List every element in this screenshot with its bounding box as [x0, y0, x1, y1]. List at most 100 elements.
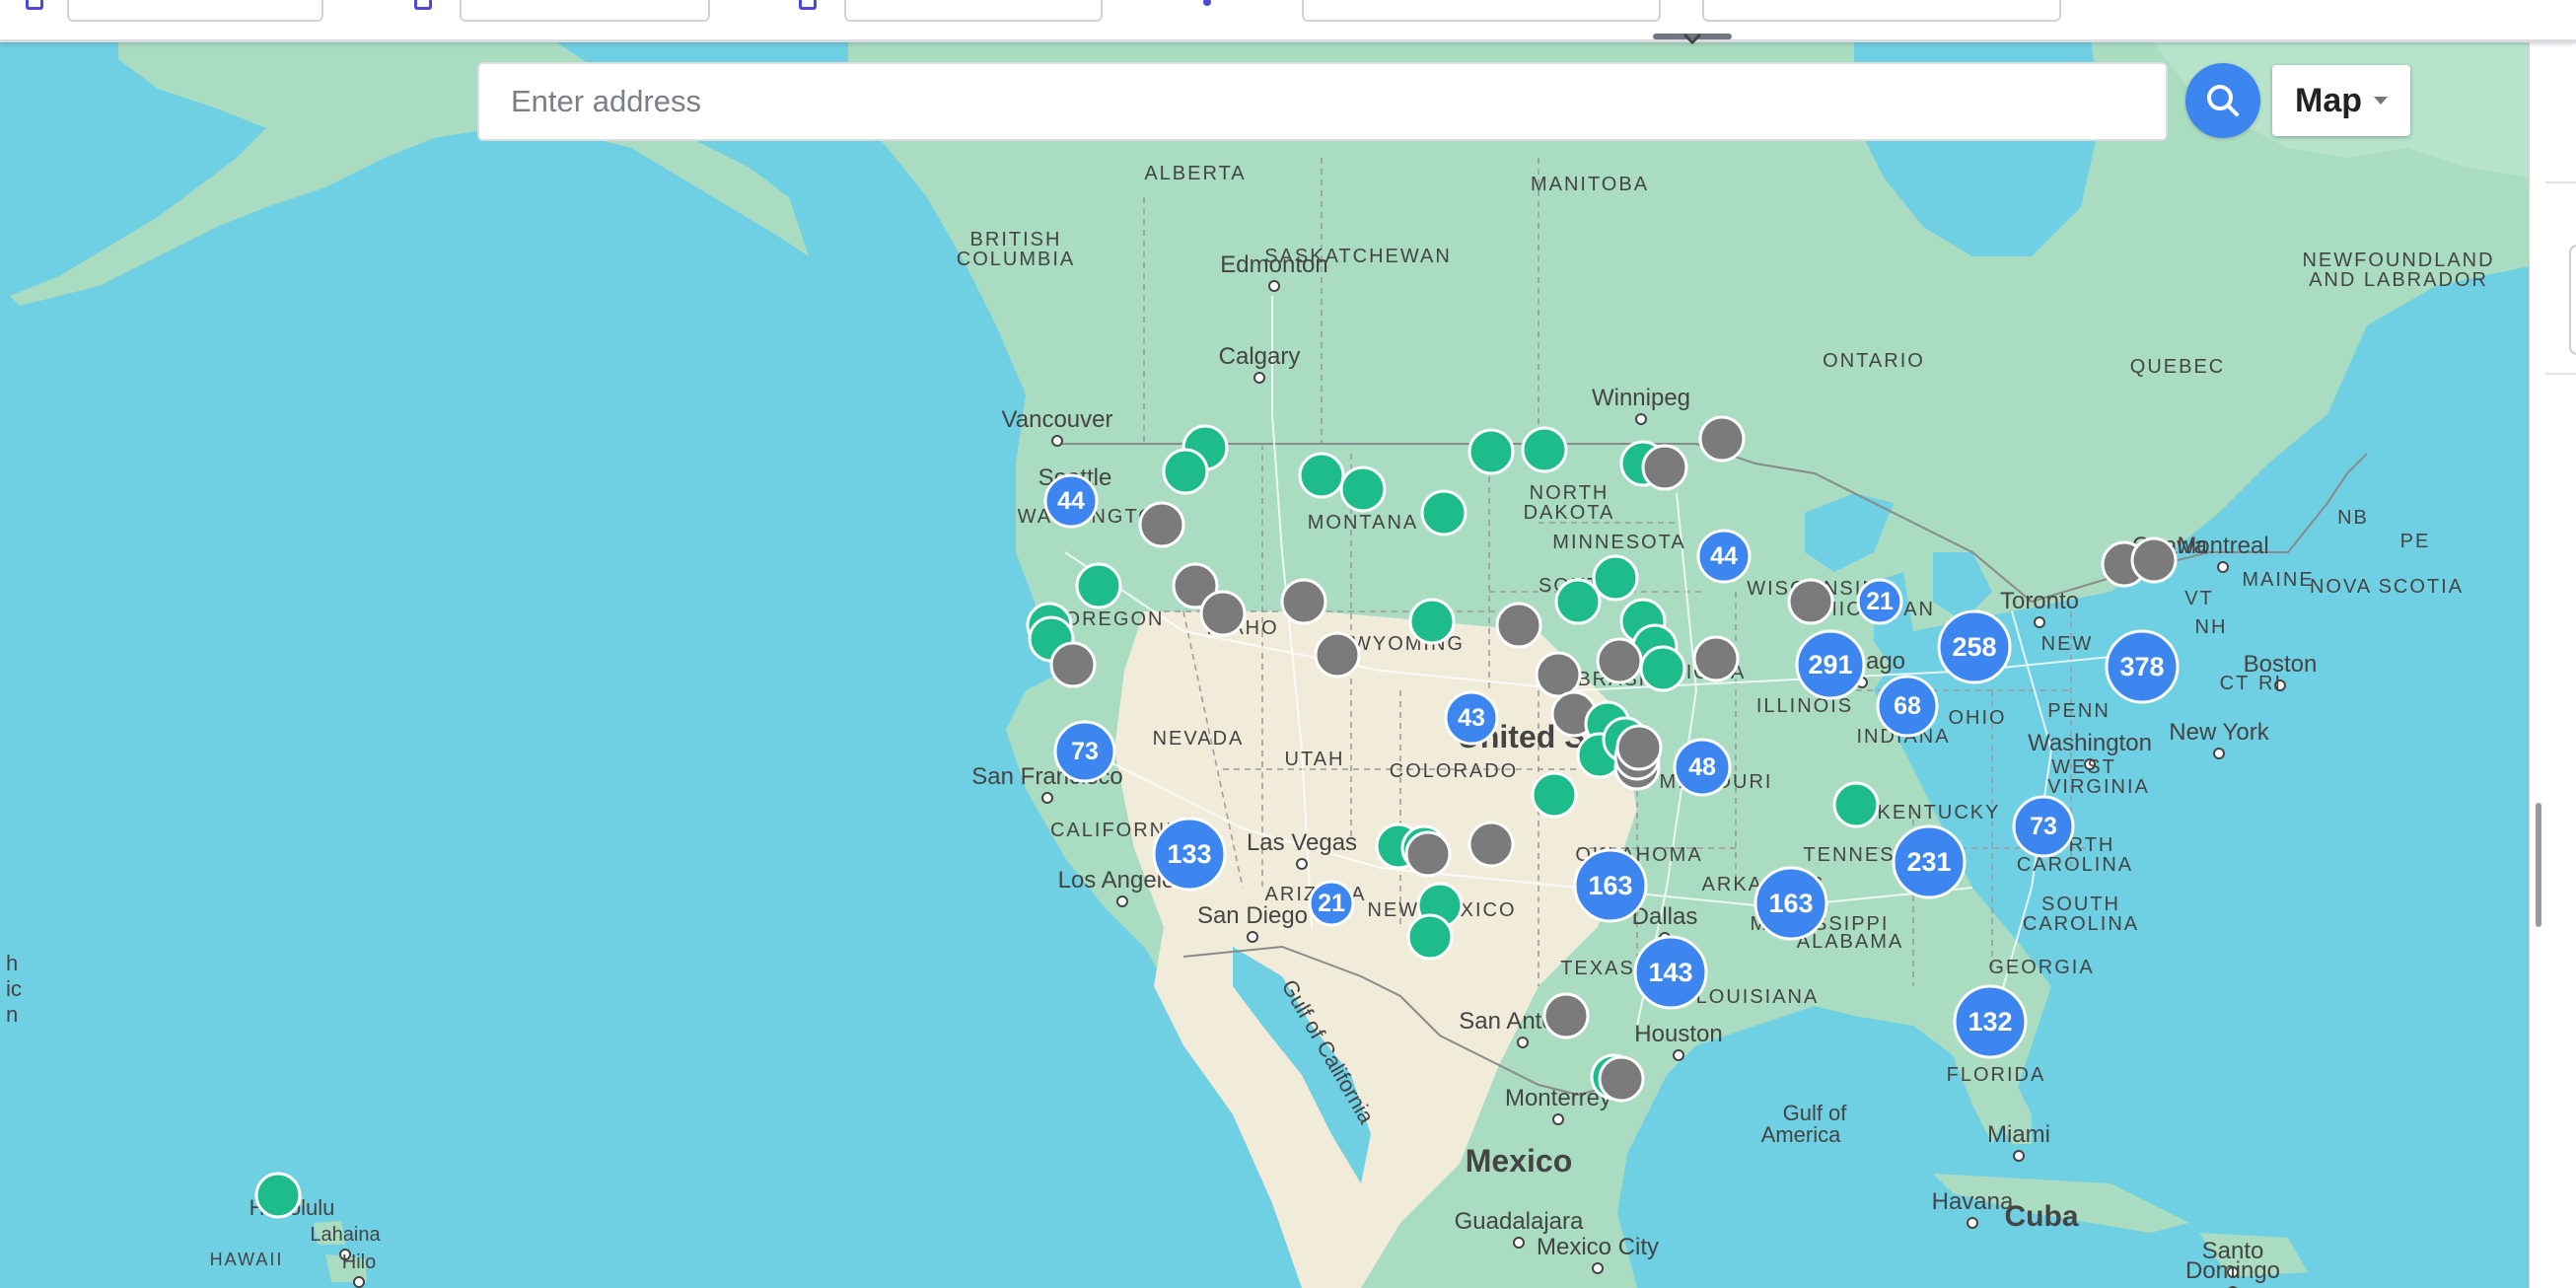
map-label-city: Guadalajara — [1455, 1208, 1584, 1235]
map-label-region: VIRGINIA — [2047, 776, 2150, 798]
map-label-city: New York — [2169, 719, 2269, 746]
map-label-country: Mexico — [1466, 1143, 1572, 1179]
map-label-region: PE — [2400, 531, 2431, 552]
location-marker-active[interactable] — [1554, 578, 1602, 625]
map-label-water: n — [6, 1002, 18, 1027]
cluster-marker[interactable]: 143 — [1633, 935, 1708, 1010]
filter-checkbox[interactable] — [414, 0, 432, 10]
location-marker-inactive[interactable] — [1535, 651, 1582, 698]
filter-checkbox[interactable] — [26, 0, 43, 10]
location-marker-inactive[interactable] — [1596, 637, 1643, 684]
location-marker-inactive[interactable] — [1615, 724, 1663, 771]
map-label-region: WEST — [2051, 756, 2116, 778]
location-marker-inactive[interactable] — [1692, 635, 1740, 682]
cluster-count: 73 — [2030, 813, 2057, 840]
cluster-marker[interactable]: 378 — [2105, 629, 2180, 704]
location-marker-inactive[interactable] — [1280, 578, 1327, 625]
location-marker-inactive[interactable] — [1314, 631, 1361, 679]
location-marker-active[interactable] — [1298, 452, 1345, 499]
location-marker-active[interactable] — [1521, 426, 1568, 473]
cluster-marker[interactable]: 133 — [1152, 817, 1227, 892]
filter-select[interactable] — [460, 0, 710, 22]
map-label-region: NH — [2195, 616, 2228, 638]
location-marker-active[interactable] — [1639, 645, 1686, 692]
cluster-marker[interactable]: 43 — [1444, 690, 1499, 746]
map-label-region: SOUTH — [2041, 894, 2120, 915]
map-label-region: BRITISH — [970, 229, 1062, 250]
cluster-marker[interactable]: 21 — [1856, 578, 1903, 625]
city-dot — [2217, 561, 2229, 573]
cluster-count: 68 — [1894, 692, 1921, 720]
location-marker-inactive[interactable] — [1199, 590, 1247, 637]
location-marker-active[interactable] — [1408, 598, 1456, 645]
location-marker-active[interactable] — [1467, 428, 1515, 475]
filter-input[interactable] — [1302, 0, 1661, 22]
location-marker-active[interactable] — [1420, 489, 1467, 537]
location-marker-inactive[interactable] — [1467, 821, 1515, 868]
cluster-count: 163 — [1588, 871, 1632, 900]
map-label-water: h — [6, 951, 18, 975]
map-label-region: OREGON — [1065, 608, 1165, 630]
filter-select[interactable] — [67, 0, 323, 22]
location-marker-active[interactable] — [1592, 554, 1639, 602]
map-label-region: AND LABRADOR — [2309, 269, 2488, 291]
cluster-marker[interactable]: 132 — [1953, 984, 2028, 1059]
location-marker-inactive[interactable] — [1495, 602, 1542, 649]
location-marker-active[interactable] — [1162, 448, 1209, 495]
panel-toggle-tab[interactable] — [2569, 245, 2576, 355]
filter-input[interactable] — [1702, 0, 2061, 22]
location-marker-inactive[interactable] — [2130, 537, 2178, 584]
map-label-region: MANITOBA — [1531, 174, 1649, 195]
map-label-region: QUEBEC — [2130, 356, 2225, 378]
search-button[interactable] — [2185, 63, 2260, 138]
cluster-marker[interactable]: 48 — [1673, 738, 1732, 797]
search-icon — [2207, 85, 2239, 116]
city-dot — [1673, 1049, 1684, 1061]
cluster-marker[interactable]: 163 — [1753, 866, 1828, 941]
cluster-marker[interactable]: 44 — [1043, 473, 1099, 529]
map-label-region: PENN — [2047, 700, 2111, 722]
cluster-marker[interactable]: 73 — [2012, 795, 2075, 858]
location-marker-inactive[interactable] — [1598, 1055, 1645, 1103]
cluster-marker[interactable]: 21 — [1308, 880, 1355, 927]
cluster-marker[interactable]: 291 — [1795, 629, 1866, 700]
map-label-region: OHIO — [1948, 707, 2006, 729]
cluster-marker[interactable]: 44 — [1696, 529, 1752, 584]
map-type-dropdown[interactable]: Map — [2272, 65, 2410, 136]
filter-select[interactable] — [844, 0, 1103, 22]
location-marker-inactive[interactable] — [1542, 992, 1590, 1039]
location-marker-inactive[interactable] — [1698, 415, 1746, 463]
location-marker-active[interactable] — [1832, 781, 1880, 828]
map-label-region: COLORADO — [1390, 760, 1518, 782]
location-marker-inactive[interactable] — [1787, 578, 1834, 625]
cluster-marker[interactable]: 258 — [1937, 609, 2012, 684]
location-marker-active[interactable] — [1406, 913, 1454, 961]
filter-checkbox[interactable] — [799, 0, 817, 10]
map-label-city: Vancouver — [1002, 406, 1113, 433]
map-label-region: NB — [2337, 507, 2369, 529]
map-label-region: NEW — [2041, 633, 2094, 655]
location-marker-active[interactable] — [1075, 562, 1122, 609]
map-svg: ALBERTA MANITOBABRITISHCOLUMBIA SASKATCHEW… — [0, 39, 2529, 1288]
map-label-region: RI — [2258, 673, 2282, 694]
cluster-marker[interactable]: 68 — [1876, 675, 1939, 738]
divider — [2545, 181, 2576, 183]
cluster-marker[interactable]: 231 — [1892, 824, 1967, 899]
map-label-region: COLUMBIA — [957, 249, 1075, 270]
location-marker-inactive[interactable] — [1049, 641, 1097, 688]
location-marker-active[interactable] — [1339, 465, 1387, 513]
cluster-marker[interactable]: 73 — [1053, 720, 1116, 783]
cluster-count: 44 — [1057, 487, 1085, 515]
location-marker-active[interactable] — [254, 1172, 302, 1219]
collapse-chevron-icon[interactable] — [1653, 34, 1732, 47]
cluster-marker[interactable]: 163 — [1573, 848, 1648, 923]
map-label-region: MINNESOTA — [1552, 532, 1685, 553]
map-canvas[interactable]: ALBERTA MANITOBA BRITISH COLUMBIA SASKATCHEW… — [0, 39, 2529, 1288]
location-marker-inactive[interactable] — [1641, 444, 1688, 491]
location-marker-inactive[interactable] — [1138, 501, 1185, 548]
address-search-input[interactable] — [477, 62, 2168, 141]
scrollbar[interactable] — [2536, 803, 2541, 927]
map-label-city: Mexico City — [1537, 1234, 1659, 1260]
location-marker-active[interactable] — [1531, 771, 1578, 819]
location-marker-inactive[interactable] — [1404, 830, 1452, 878]
